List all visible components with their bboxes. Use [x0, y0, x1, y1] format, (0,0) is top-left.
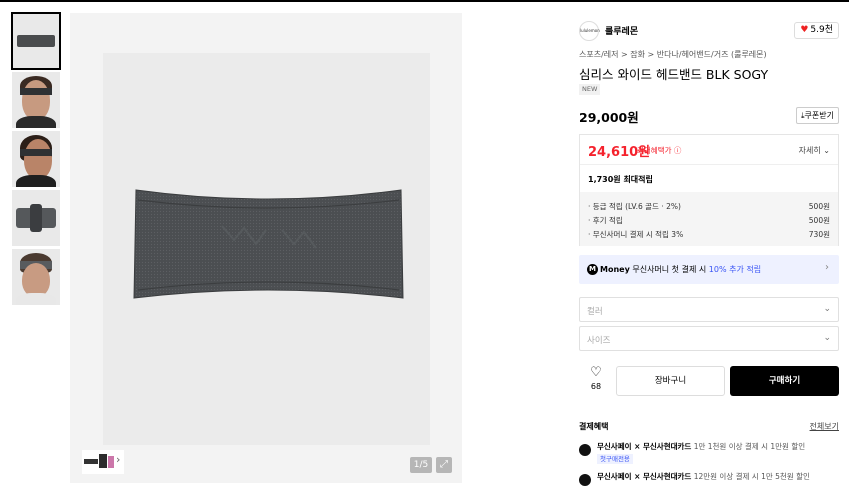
heart-icon: ♥	[800, 25, 809, 35]
expand-icon[interactable]: ⤢	[436, 457, 452, 473]
brand-logo[interactable]: lululemon	[579, 21, 600, 41]
like-count: 68	[590, 382, 602, 391]
points-breakdown: · 등급 적립 (LV.6 골드 · 2%) 500원 · 후기 적립 500원 ·…	[580, 192, 838, 246]
points-row: · 후기 적립 500원	[588, 216, 830, 225]
thumbnail-3[interactable]	[12, 131, 60, 187]
breadcrumb[interactable]: 스포츠/레저 > 잡화 > 반다나/헤어밴드/거즈 (룰루레몬)	[579, 49, 767, 60]
main-image-viewer[interactable]: › 1/5 ⤢	[70, 13, 462, 483]
model-front-image	[22, 263, 50, 297]
info-icon: ⓘ	[673, 146, 682, 155]
chevron-down-icon: ⌄	[823, 146, 830, 155]
thumbnail-headband-image	[17, 35, 55, 47]
size-select[interactable]: 사이즈 ⌄	[579, 326, 839, 351]
thumbnail-1[interactable]	[11, 12, 61, 70]
like-button[interactable]: ♡ 68	[585, 365, 607, 392]
thumbnail-2[interactable]	[12, 72, 60, 128]
headband-image	[133, 189, 404, 299]
payment-benefit-title: 결제혜택	[579, 422, 609, 431]
new-badge: NEW	[579, 84, 601, 95]
points-row: · 등급 적립 (LV.6 골드 · 2%) 500원	[588, 202, 830, 211]
image-counter: 1/5	[410, 457, 432, 473]
heart-outline-icon: ♡	[590, 365, 602, 380]
color-select[interactable]: 컬러 ⌄	[579, 297, 839, 322]
brand-like-count: 5.9천	[810, 25, 833, 35]
money-logo-icon: M	[587, 264, 598, 275]
detail-toggle[interactable]: 자세히 ⌄	[799, 145, 830, 156]
chevron-down-icon: ⌄	[823, 333, 831, 343]
chevron-right-icon: ›	[825, 262, 829, 273]
coupon-button[interactable]: ⤓쿠폰받기	[796, 107, 839, 124]
points-row: · 무신사머니 결제 시 적립 3% 730원	[588, 230, 830, 239]
max-benefit-label: 최대혜택가 ⓘ	[637, 146, 682, 155]
max-benefit-box: 24,610원 최대혜택가 ⓘ 자세히 ⌄ 1,730원 최대적립 · 등급 적…	[579, 134, 839, 246]
first-purchase-tag: 첫구매전용	[597, 454, 633, 464]
top-border	[0, 0, 849, 2]
product-photo	[103, 53, 430, 445]
cart-button[interactable]: 장바구니	[616, 366, 725, 396]
card-icon	[579, 444, 591, 456]
brand-name[interactable]: 룰루레몬	[605, 24, 638, 37]
thumbnail-4[interactable]	[12, 190, 60, 246]
buy-button[interactable]: 구매하기	[730, 366, 839, 396]
thumbnail-list	[11, 12, 61, 308]
product-title: 심리스 와이드 헤드밴드 BLK SOGY	[579, 67, 769, 82]
chevron-down-icon: ⌄	[823, 304, 831, 314]
thumbnail-5[interactable]	[12, 249, 60, 305]
musinsa-money-banner[interactable]: M Money 무신사머니 첫 결제 시 10% 추가 적립 ›	[579, 255, 839, 284]
brand-row: lululemon 룰루레몬 ♥ 5.9천	[579, 20, 839, 42]
card-icon	[579, 474, 591, 486]
related-product-thumbnail[interactable]: ›	[82, 450, 124, 474]
product-price: 29,000원	[579, 110, 639, 125]
points-total: 1,730원 최대적립	[588, 175, 653, 184]
brand-like-button[interactable]: ♥ 5.9천	[794, 22, 839, 39]
model-side-image	[24, 139, 52, 179]
view-all-link[interactable]: 전체보기	[810, 421, 839, 432]
chevron-right-icon: ›	[116, 453, 121, 466]
model-face-image	[22, 80, 50, 120]
